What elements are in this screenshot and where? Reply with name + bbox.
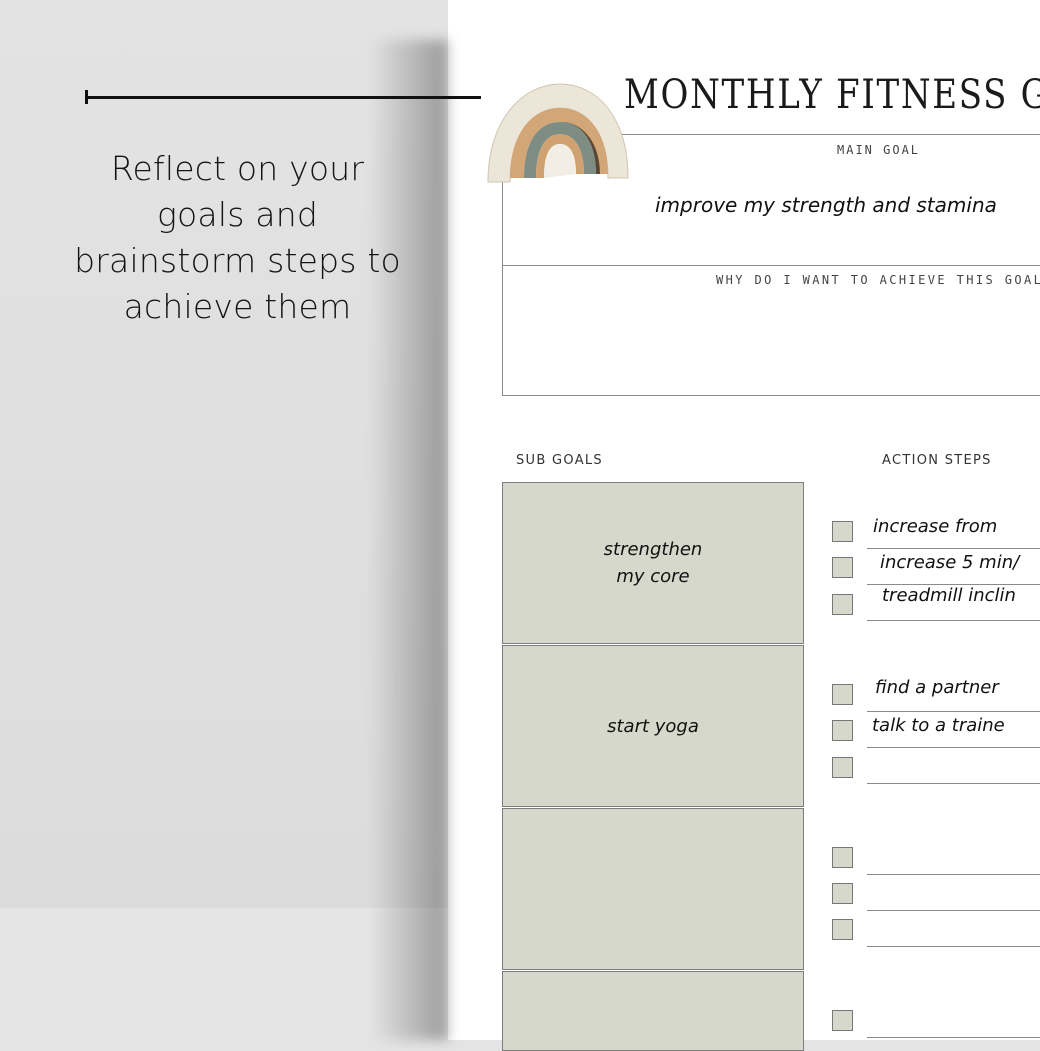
- step-checkbox[interactable]: [832, 594, 853, 615]
- step-line: [867, 874, 1040, 875]
- step-checkbox[interactable]: [832, 1010, 853, 1031]
- step-text[interactable]: treadmill inclin: [882, 585, 1016, 606]
- step-checkbox[interactable]: [832, 919, 853, 940]
- action-steps-label: ACTION STEPS: [882, 453, 992, 468]
- step-checkbox[interactable]: [832, 684, 853, 705]
- main-goal-value[interactable]: improve my strength and stamina: [655, 193, 997, 217]
- step-checkbox[interactable]: [832, 757, 853, 778]
- main-goal-label: MAIN GOAL: [837, 143, 921, 157]
- sub-goal-cell[interactable]: strengthen my core: [502, 482, 804, 644]
- feature-caption: Reflect on your goals and brainstorm ste…: [74, 149, 401, 326]
- step-line: [867, 711, 1040, 712]
- sub-goal-text: strengthen my core: [603, 539, 703, 587]
- planner-title: MONTHLY FITNESS GO: [624, 72, 1040, 118]
- sub-goal-text: start yoga: [607, 715, 699, 737]
- step-line: [867, 910, 1040, 911]
- step-line: [867, 783, 1040, 784]
- sub-goal-cell[interactable]: [502, 971, 804, 1051]
- why-input[interactable]: [503, 290, 1040, 390]
- step-line: [867, 620, 1040, 621]
- step-line: [867, 548, 1040, 549]
- sub-goal-cell[interactable]: start yoga: [502, 645, 804, 807]
- step-checkbox[interactable]: [832, 557, 853, 578]
- step-text[interactable]: find a partner: [875, 677, 999, 698]
- step-text[interactable]: increase from: [873, 516, 997, 537]
- sub-goal-cell[interactable]: [502, 808, 804, 970]
- step-checkbox[interactable]: [832, 521, 853, 542]
- step-checkbox[interactable]: [832, 720, 853, 741]
- step-line: [867, 747, 1040, 748]
- pointer-line: [86, 96, 481, 99]
- step-text[interactable]: increase 5 min/: [880, 552, 1019, 573]
- why-label: WHY DO I WANT TO ACHIEVE THIS GOAL?: [716, 273, 1040, 287]
- step-checkbox[interactable]: [832, 883, 853, 904]
- step-text[interactable]: talk to a traine: [872, 715, 1005, 736]
- step-line: [867, 1037, 1040, 1038]
- main-goal-divider: [502, 265, 1040, 266]
- step-line: [867, 946, 1040, 947]
- step-checkbox[interactable]: [832, 847, 853, 868]
- sub-goals-label: SUB GOALS: [516, 453, 603, 468]
- rainbow-icon: [487, 83, 629, 183]
